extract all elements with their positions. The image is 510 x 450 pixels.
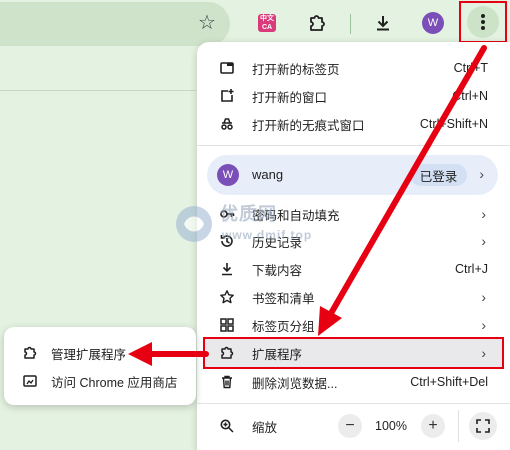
profile-avatar[interactable]: W <box>422 12 444 34</box>
toolbar-divider <box>350 14 351 34</box>
menu-separator <box>197 403 510 404</box>
extensions-puzzle-icon <box>22 345 38 361</box>
chrome-menu-button[interactable] <box>459 1 507 43</box>
submenu-item-label: 访问 Chrome 应用商店 <box>51 375 178 390</box>
menu-item-label: 删除浏览数据... <box>252 376 338 391</box>
menu-item-label: 书签和清单 <box>252 291 315 306</box>
translate-extension-icon[interactable]: 中文 CA <box>258 14 276 32</box>
menu-item-label: 标签页分组 <box>252 319 315 334</box>
watermark-text: 优质网 <box>220 204 277 224</box>
menu-item-shortcut: Ctrl+Shift+Del <box>410 375 488 389</box>
menu-separator <box>197 145 510 146</box>
menu-item-label: 缩放 <box>252 420 278 435</box>
menu-item-clear-data[interactable]: 删除浏览数据... Ctrl+Shift+Del <box>197 368 510 396</box>
menu-item-label: 打开新的标签页 <box>252 62 340 77</box>
menu-item-label: 打开新的无痕式窗口 <box>252 118 365 133</box>
menu-item-incognito[interactable]: 打开新的无痕式窗口 Ctrl+Shift+N <box>197 110 510 138</box>
grid-icon <box>219 317 235 333</box>
more-vert-icon <box>467 6 499 38</box>
menu-item-downloads[interactable]: 下载内容 Ctrl+J <box>197 255 510 283</box>
chevron-right-icon: › <box>481 289 486 305</box>
new-tab-icon <box>219 60 235 76</box>
zoom-level: 100% <box>375 419 407 433</box>
extensions-submenu: 管理扩展程序 访问 Chrome 应用商店 <box>4 327 196 405</box>
menu-item-shortcut: Ctrl+J <box>455 262 488 276</box>
address-bar[interactable] <box>0 2 230 46</box>
submenu-item-label: 管理扩展程序 <box>51 347 127 362</box>
profile-avatar: W <box>217 164 239 186</box>
incognito-icon <box>219 116 235 132</box>
web-store-icon <box>22 373 38 389</box>
menu-item-bookmarks[interactable]: 书签和清单 › <box>197 283 510 311</box>
zoom-in-button[interactable]: + <box>421 414 445 438</box>
profile-row[interactable]: W wang 已登录 › <box>207 155 498 195</box>
menu-item-label: 下载内容 <box>252 263 303 278</box>
extensions-puzzle-icon[interactable] <box>305 11 329 35</box>
watermark-url: www.dmif.top <box>222 228 313 242</box>
zoom-icon <box>219 418 235 434</box>
menu-item-shortcut: Ctrl+T <box>453 61 488 75</box>
menu-item-extensions[interactable]: 扩展程序 › <box>197 339 510 367</box>
menu-item-shortcut: Ctrl+Shift+N <box>419 117 488 131</box>
star-icon <box>219 289 235 305</box>
submenu-item-web-store[interactable]: 访问 Chrome 应用商店 <box>4 367 196 395</box>
menu-item-tab-groups[interactable]: 标签页分组 › <box>197 311 510 339</box>
download-icon[interactable] <box>371 11 395 35</box>
menu-item-new-window[interactable]: 打开新的窗口 Ctrl+N <box>197 82 510 110</box>
zoom-out-button[interactable]: − <box>338 414 362 438</box>
chevron-right-icon: › <box>479 166 484 182</box>
fullscreen-icon <box>476 419 490 433</box>
menu-item-new-tab[interactable]: 打开新的标签页 Ctrl+T <box>197 54 510 82</box>
new-window-icon <box>219 88 235 104</box>
extensions-puzzle-icon <box>219 345 235 361</box>
profile-name: wang <box>252 167 284 182</box>
menu-item-label: 打开新的窗口 <box>252 90 328 105</box>
menu-item-label: 扩展程序 <box>252 347 303 362</box>
bookmark-star-icon[interactable]: ☆ <box>198 12 216 34</box>
submenu-item-manage-extensions[interactable]: 管理扩展程序 <box>4 339 196 367</box>
browser-toolbar: ☆ 中文 CA W <box>0 0 510 48</box>
fullscreen-button[interactable] <box>469 412 497 440</box>
watermark-logo-icon <box>176 206 212 242</box>
chevron-right-icon: › <box>481 345 486 361</box>
menu-item-shortcut: Ctrl+N <box>452 89 488 103</box>
watermark: 优质网 www.dmif.top <box>172 198 342 250</box>
download-icon <box>219 261 235 277</box>
chevron-right-icon: › <box>481 317 486 333</box>
trash-icon <box>219 374 235 390</box>
zoom-divider <box>458 410 459 442</box>
chevron-right-icon: › <box>481 233 486 249</box>
chevron-right-icon: › <box>481 206 486 222</box>
signed-in-badge: 已登录 <box>410 164 467 186</box>
page-divider <box>0 90 196 91</box>
